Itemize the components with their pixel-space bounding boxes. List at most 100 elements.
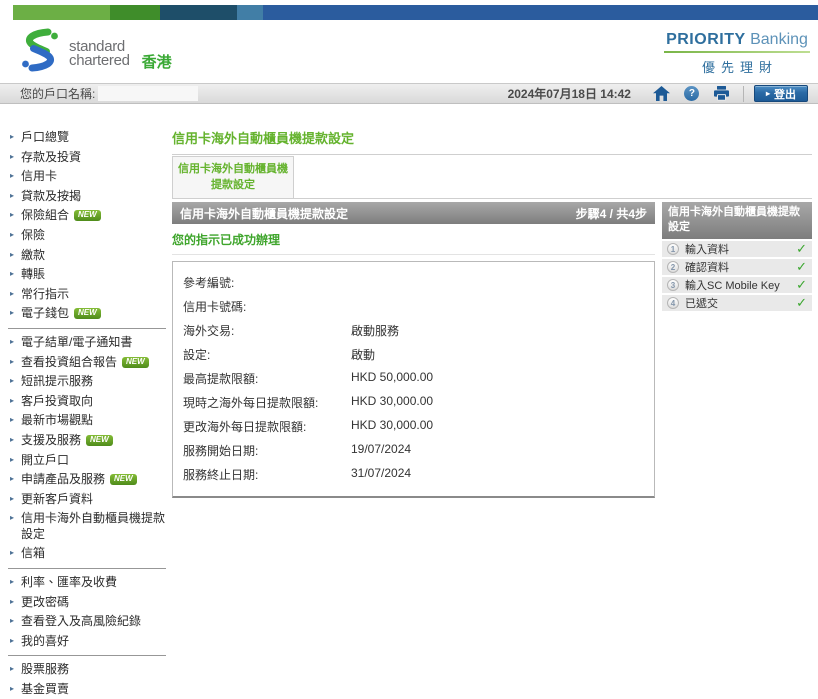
sidebar-item[interactable]: ▸短訊提示服務 [8,372,172,392]
detail-value: 啟動服務 [351,322,644,339]
banking-word: Banking [750,31,808,48]
sidebar-item[interactable]: ▸ 支援及服務NEW [8,431,172,451]
sidebar-item-label: 基金買賣 [21,682,69,698]
step-number: 3 [667,279,679,291]
detail-label: 服務終止日期: [183,466,351,483]
check-icon: ✓ [796,278,807,291]
sidebar-item[interactable]: ▸電子錢包NEW [8,304,172,324]
sidebar-item[interactable]: ▸ 申請產品及服務NEW [8,470,172,490]
sidebar-item-label: 更新客戶資料 [21,492,93,508]
detail-row: 參考編號: [183,270,644,294]
home-icon[interactable] [650,85,674,103]
priority-word: PRIORITY [666,31,746,48]
sc-logo-wordmark: standard chartered [69,40,130,69]
arrow-bullet-icon: ▸ [10,133,14,141]
logo-word-2: chartered [69,54,130,69]
sidebar-item[interactable]: ▸ 查看投資組合報告NEW [8,353,172,373]
sidebar-item[interactable]: ▸ 戶口總覽 [8,128,172,148]
sc-logo[interactable]: standard chartered 香港 [20,27,172,73]
steps-panel: 信用卡海外自動櫃員機提款設定 1輸入資料✓2確認資料✓3輸入SC Mobile … [662,202,812,498]
sidebar-item[interactable]: ▸保險 [8,226,172,246]
new-badge: NEW [74,210,101,221]
sidebar-item[interactable]: ▸ 電子結單/電子通知書 [8,333,172,353]
sidebar-item[interactable]: ▸ 信用卡 [8,167,172,187]
arrow-bullet-icon: ▸ [10,172,14,180]
page: standard chartered 香港 PRIORITY Banking 優… [0,0,818,699]
section-header-title: 信用卡海外自動櫃員機提款設定 [180,205,348,222]
status-bar: 您的戶口名稱: 2024年07月18日 14:42 ? ▸ 登出 [0,83,818,104]
arrow-bullet-icon: ▸ [10,578,14,586]
sidebar-item[interactable]: ▸更新客戶資料 [8,490,172,510]
sidebar-item[interactable]: ▸ 基金買賣 [8,680,172,699]
main-content: 信用卡海外自動櫃員機提款設定 信用卡海外自動櫃員機提款設定 信用卡海外自動櫃員機… [172,128,812,699]
sidebar-item[interactable]: ▸我的喜好 [8,632,172,652]
detail-row: 服務終止日期:31/07/2024 [183,462,644,486]
sidebar-item[interactable]: ▸最新市場觀點 [8,411,172,431]
arrow-bullet-icon: ▸ [10,153,14,161]
sidebar-item[interactable]: ▸保險組合NEW [8,206,172,226]
success-message: 您的指示已成功辦理 [172,224,655,255]
sidebar-item[interactable]: ▸ 信用卡海外自動櫃員機提款設定 [8,509,172,544]
arrow-bullet-icon: ▸ [10,358,14,366]
sidebar-item[interactable]: ▸利率、匯率及收費 [8,573,172,593]
detail-label: 參考編號: [183,274,351,291]
arrow-bullet-icon: ▸ [10,231,14,239]
details-table: 參考編號: 信用卡號碼: 海外交易:啟動服務設定:啟動最高提款限額:HKD 50,0… [172,261,655,498]
arrow-bullet-icon: ▸ [10,685,14,693]
detail-label: 最高提款限額: [183,370,351,387]
arrow-bullet-icon: ▸ [10,338,14,346]
sidebar-item[interactable]: ▸ 常行指示 [8,285,172,305]
step-label: 輸入SC Mobile Key [685,277,780,293]
step-indicator: 步驟4 / 共4步 [576,205,647,222]
sidebar-item[interactable]: ▸開立戶口 [8,451,172,471]
sidebar-item[interactable]: ▸ 客戶投資取向 [8,392,172,412]
arrow-bullet-icon: ▸ [10,290,14,298]
detail-label: 海外交易: [183,322,351,339]
step-label: 確認資料 [685,259,729,275]
detail-value: 啟動 [351,346,644,363]
priority-banking-title: PRIORITY Banking [664,31,810,49]
detail-label: 設定: [183,346,351,363]
arrow-bullet-icon: ▸ [10,456,14,464]
tab-atm-withdrawal-setting[interactable]: 信用卡海外自動櫃員機提款設定 [172,156,294,198]
brand-stripe [13,5,818,20]
detail-row: 最高提款限額:HKD 50,000.00 [183,366,644,390]
sidebar-item-label: 電子結單/電子通知書 [21,335,132,351]
sidebar-item-label: 常行指示 [21,287,69,303]
printer-icon[interactable] [710,85,734,103]
sidebar-item-label: 信用卡海外自動櫃員機提款設定 [21,511,172,542]
sidebar-item-label: 存款及投資 [21,150,81,166]
step-row: 2確認資料✓ [662,259,812,275]
sidebar-item-label: 最新市場觀點 [21,413,93,429]
sidebar-item[interactable]: ▸股票服務 [8,660,172,680]
check-icon: ✓ [796,296,807,309]
sidebar-item-label: 客戶投資取向 [21,394,93,410]
detail-value: HKD 30,000.00 [351,394,644,411]
arrow-bullet-icon: ▸ [10,514,14,522]
sidebar-item[interactable]: ▸繳款 [8,246,172,266]
sidebar-item-label: 信用卡 [21,169,57,185]
sidebar-item[interactable]: ▸ 存款及投資 [8,148,172,168]
detail-value: 19/07/2024 [351,442,644,459]
sidebar-item-label: 支援及服務NEW [21,433,113,449]
arrow-bullet-icon: ▸ [10,436,14,444]
help-icon[interactable]: ? [680,85,704,103]
step-number: 4 [667,297,679,309]
sidebar-item[interactable]: ▸查看登入及高風險紀錄 [8,612,172,632]
arrow-bullet-icon: ▸ [10,397,14,405]
detail-label: 現時之海外每日提款限額: [183,394,351,411]
sidebar-item[interactable]: ▸信箱 [8,544,172,564]
help-glyph: ? [684,86,699,101]
sidebar-item-label: 申請產品及服務NEW [21,472,137,488]
sidebar-item[interactable]: ▸貸款及按揭 [8,187,172,207]
detail-label: 服務開始日期: [183,442,351,459]
logout-button[interactable]: ▸ 登出 [754,85,808,102]
sidebar-item[interactable]: ▸轉賬 [8,265,172,285]
sidebar-item-label: 戶口總覽 [21,130,69,146]
steps-list: 1輸入資料✓2確認資料✓3輸入SC Mobile Key✓4已遞交✓ [662,241,812,311]
sidebar-item[interactable]: ▸更改密碼 [8,593,172,613]
sidebar-item-label: 查看投資組合報告NEW [21,355,149,371]
detail-label: 信用卡號碼: [183,298,351,315]
sidebar-nav: ▸ 戶口總覽 ▸ 存款及投資 ▸ 信用卡 ▸貸款及按揭▸保險組合NEW▸保險▸繳款▸轉賬 ▸ 常… [8,128,172,699]
arrow-bullet-icon: ▸ [10,475,14,483]
